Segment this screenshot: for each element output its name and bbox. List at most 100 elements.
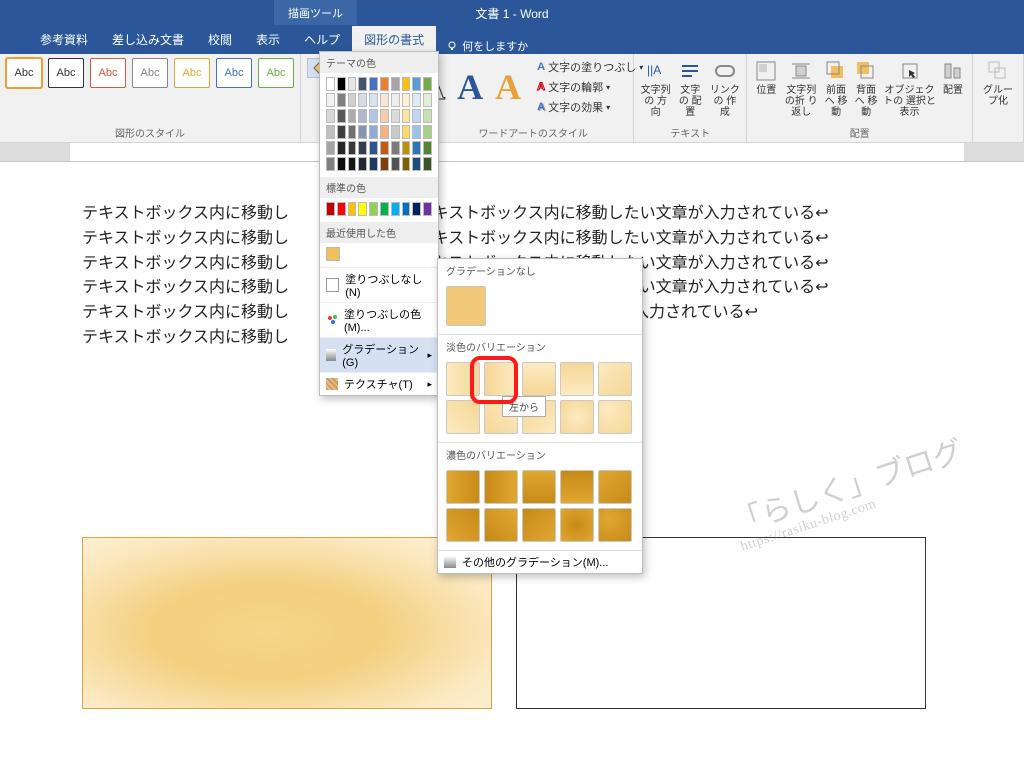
- gradient-swatch[interactable]: [522, 508, 556, 542]
- color-swatch[interactable]: [348, 157, 357, 171]
- gradient-swatch[interactable]: [560, 470, 594, 504]
- color-swatch[interactable]: [380, 125, 389, 139]
- wordart-style-3[interactable]: A: [495, 66, 521, 108]
- more-gradients-item[interactable]: その他のグラデーション(M)...: [438, 550, 642, 573]
- color-swatch[interactable]: [337, 93, 346, 107]
- gradient-swatch[interactable]: [484, 362, 518, 396]
- gradient-item[interactable]: グラデーション(G)▸: [320, 337, 438, 372]
- gradient-swatch[interactable]: [446, 362, 480, 396]
- tab-shape-format[interactable]: 図形の書式: [352, 25, 436, 54]
- tab-references[interactable]: 参考資料: [28, 25, 100, 54]
- text-effects-button[interactable]: A 文字の効果▾: [533, 98, 647, 116]
- color-swatch[interactable]: [380, 202, 389, 216]
- color-swatch[interactable]: [412, 109, 421, 123]
- color-swatch[interactable]: [326, 202, 335, 216]
- color-swatch[interactable]: [391, 141, 400, 155]
- color-swatch[interactable]: [423, 141, 432, 155]
- color-swatch[interactable]: [358, 125, 367, 139]
- color-swatch[interactable]: [402, 77, 411, 91]
- color-swatch[interactable]: [369, 77, 378, 91]
- gradient-swatch[interactable]: [560, 400, 594, 434]
- color-swatch[interactable]: [402, 202, 411, 216]
- color-swatch[interactable]: [380, 157, 389, 171]
- gradient-swatch[interactable]: [446, 508, 480, 542]
- color-swatch[interactable]: [402, 141, 411, 155]
- color-swatch[interactable]: [402, 93, 411, 107]
- color-swatch[interactable]: [423, 157, 432, 171]
- wrap-text-button[interactable]: 文字列の折 り返し: [783, 58, 819, 118]
- tell-me[interactable]: 何をしますか: [446, 38, 528, 54]
- color-swatch[interactable]: [337, 202, 346, 216]
- gradient-swatch[interactable]: [560, 362, 594, 396]
- color-swatch[interactable]: [348, 93, 357, 107]
- color-swatch[interactable]: [369, 125, 378, 139]
- color-swatch[interactable]: [326, 77, 335, 91]
- tab-help[interactable]: ヘルプ: [292, 25, 352, 54]
- color-swatch[interactable]: [402, 109, 411, 123]
- bring-forward-button[interactable]: 前面へ 移動: [823, 58, 849, 118]
- color-swatch[interactable]: [369, 202, 378, 216]
- wordart-style-2[interactable]: A: [457, 66, 483, 108]
- text-align-button[interactable]: 文字の 配置: [677, 58, 703, 118]
- color-swatch[interactable]: [391, 93, 400, 107]
- gradient-swatch[interactable]: [484, 508, 518, 542]
- color-swatch[interactable]: [391, 109, 400, 123]
- color-swatch[interactable]: [412, 125, 421, 139]
- no-fill-item[interactable]: 塗りつぶしなし(N): [320, 267, 438, 302]
- color-swatch[interactable]: [402, 125, 411, 139]
- position-button[interactable]: 位置: [753, 58, 779, 118]
- color-swatch[interactable]: [326, 247, 340, 261]
- selection-pane-button[interactable]: オブジェクトの 選択と表示: [883, 58, 936, 118]
- gradient-swatch[interactable]: [522, 470, 556, 504]
- color-swatch[interactable]: [423, 202, 432, 216]
- color-swatch[interactable]: [423, 109, 432, 123]
- color-swatch[interactable]: [402, 157, 411, 171]
- color-swatch[interactable]: [326, 93, 335, 107]
- shape-style-6[interactable]: Abc: [216, 58, 252, 88]
- gradient-swatch[interactable]: [522, 362, 556, 396]
- color-swatch[interactable]: [412, 157, 421, 171]
- color-swatch[interactable]: [391, 202, 400, 216]
- shape-style-4[interactable]: Abc: [132, 58, 168, 88]
- color-swatch[interactable]: [358, 157, 367, 171]
- gradient-swatch-highlighted[interactable]: [446, 400, 480, 434]
- color-swatch[interactable]: [348, 141, 357, 155]
- align-button[interactable]: 配置: [940, 58, 966, 118]
- color-swatch[interactable]: [412, 93, 421, 107]
- color-swatch[interactable]: [358, 93, 367, 107]
- color-swatch[interactable]: [348, 202, 357, 216]
- send-backward-button[interactable]: 背面へ 移動: [853, 58, 879, 118]
- color-swatch[interactable]: [358, 141, 367, 155]
- shape-style-5[interactable]: Abc: [174, 58, 210, 88]
- color-swatch[interactable]: [391, 157, 400, 171]
- gradient-swatch[interactable]: [484, 470, 518, 504]
- shape-style-2[interactable]: Abc: [48, 58, 84, 88]
- color-swatch[interactable]: [369, 141, 378, 155]
- color-swatch[interactable]: [423, 77, 432, 91]
- color-swatch[interactable]: [369, 109, 378, 123]
- color-swatch[interactable]: [337, 141, 346, 155]
- color-swatch[interactable]: [326, 109, 335, 123]
- shape-style-1[interactable]: Abc: [6, 58, 42, 88]
- gradient-swatch[interactable]: [598, 508, 632, 542]
- text-direction-button[interactable]: ||A 文字列の 方向: [640, 58, 671, 118]
- color-swatch[interactable]: [326, 157, 335, 171]
- more-colors-item[interactable]: 塗りつぶしの色(M)...: [320, 302, 438, 337]
- color-swatch[interactable]: [348, 125, 357, 139]
- color-swatch[interactable]: [358, 202, 367, 216]
- group-button[interactable]: グループ化: [979, 58, 1017, 107]
- textbox-shape-1[interactable]: [82, 537, 492, 709]
- gradient-swatch[interactable]: [446, 470, 480, 504]
- text-outline-button[interactable]: A 文字の輪郭▾: [533, 78, 647, 96]
- color-swatch[interactable]: [348, 109, 357, 123]
- texture-item[interactable]: テクスチャ(T)▸: [320, 372, 438, 395]
- color-swatch[interactable]: [358, 77, 367, 91]
- color-swatch[interactable]: [337, 157, 346, 171]
- color-swatch[interactable]: [423, 125, 432, 139]
- tab-view[interactable]: 表示: [244, 25, 292, 54]
- shape-style-3[interactable]: Abc: [90, 58, 126, 88]
- color-swatch[interactable]: [326, 125, 335, 139]
- gradient-swatch[interactable]: [560, 508, 594, 542]
- color-swatch[interactable]: [391, 125, 400, 139]
- color-swatch[interactable]: [369, 93, 378, 107]
